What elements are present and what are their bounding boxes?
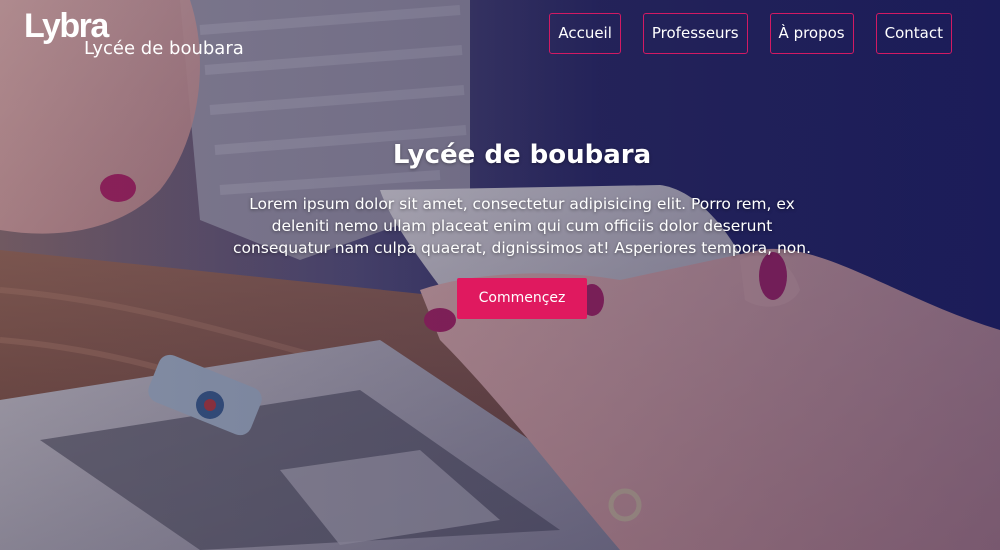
nav-item-contact[interactable]: Contact: [875, 13, 952, 54]
hero-content: Lycée de boubara Lorem ipsum dolor sit a…: [0, 138, 1000, 319]
brand[interactable]: Lybra Lycée de boubara: [24, 8, 244, 59]
hero-title: Lycée de boubara: [392, 140, 652, 170]
main-nav: Accueil Professeurs À propos Contact: [549, 13, 952, 54]
nav-item-accueil[interactable]: Accueil: [549, 13, 621, 54]
hero-section: Lybra Lycée de boubara Accueil Professeu…: [0, 0, 1000, 550]
start-button[interactable]: Commençez: [457, 278, 587, 319]
nav-item-a-propos[interactable]: À propos: [769, 13, 854, 54]
brand-subtitle: Lycée de boubara: [84, 38, 244, 59]
hero-description: Lorem ipsum dolor sit amet, consectetur …: [232, 195, 812, 257]
nav-item-professeurs[interactable]: Professeurs: [642, 13, 748, 54]
